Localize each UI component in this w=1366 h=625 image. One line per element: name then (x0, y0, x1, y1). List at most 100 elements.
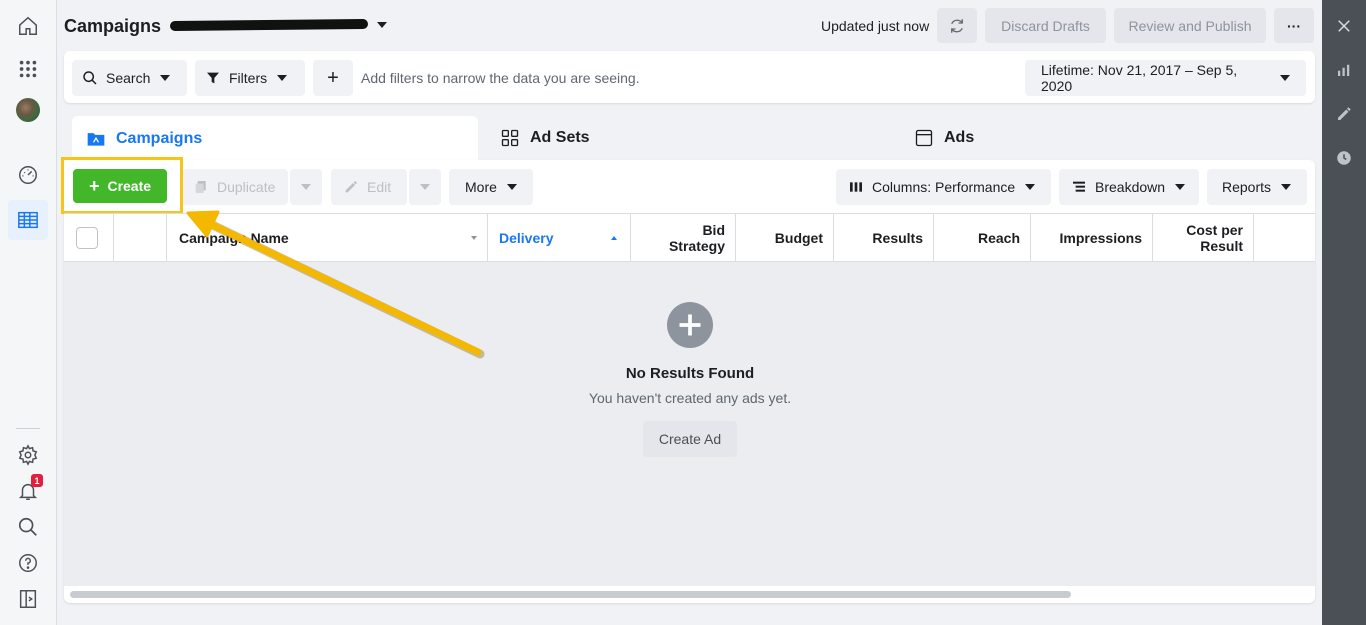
table-header: Campaign Name Delivery Bid Strategy Budg… (64, 213, 1315, 262)
tab-label: Campaigns (116, 130, 203, 147)
tab-ad-sets[interactable]: Ad Sets (486, 116, 892, 160)
updated-status: Updated just now (821, 18, 930, 34)
settings-gear-icon[interactable] (8, 435, 48, 475)
column-header-results[interactable]: Results (834, 214, 934, 261)
column-label: Delivery (499, 229, 554, 246)
column-header-impressions[interactable]: Impressions (1031, 214, 1153, 261)
column-header-budget[interactable]: Budget (736, 214, 834, 261)
chevron-down-icon (1025, 184, 1036, 190)
chevron-down-icon (277, 75, 288, 81)
edit-button[interactable]: Edit (331, 169, 407, 205)
search-label: Search (106, 70, 151, 86)
history-clock-icon[interactable] (1334, 148, 1354, 168)
ads-manager-table-icon[interactable] (8, 200, 48, 240)
review-and-publish-button[interactable]: Review and Publish (1114, 8, 1266, 43)
edit-label: Edit (367, 179, 392, 195)
discard-drafts-button[interactable]: Discard Drafts (985, 8, 1106, 43)
column-label: Impressions (1059, 229, 1142, 246)
column-header-reach[interactable]: Reach (934, 214, 1031, 261)
more-label: More (465, 179, 497, 195)
filter-hint-text: Add filters to narrow the data you are s… (361, 70, 640, 86)
search-icon (83, 71, 97, 85)
chevron-down-icon (420, 184, 430, 190)
duplicate-label: Duplicate (217, 179, 276, 195)
chevron-down-icon (1175, 184, 1186, 190)
notifications-bell-icon[interactable]: 1 (8, 471, 48, 511)
column-header-delivery[interactable]: Delivery (488, 214, 631, 261)
breakdown-label: Breakdown (1095, 179, 1166, 195)
search-dropdown-button[interactable]: Search (72, 60, 187, 96)
tab-campaigns[interactable]: Campaigns (72, 116, 478, 162)
more-actions-button[interactable]: More (449, 169, 533, 205)
column-label: Results (872, 229, 923, 246)
column-label: Strategy (668, 237, 725, 254)
nav-divider (16, 428, 40, 429)
select-all-cell (64, 214, 114, 261)
horizontal-scrollbar[interactable] (70, 591, 1071, 598)
tab-label: Ad Sets (530, 129, 590, 146)
toggle-column-header (114, 214, 167, 261)
sort-ascending-icon[interactable] (611, 236, 617, 240)
column-header-bid-strategy[interactable]: Bid Strategy (631, 214, 736, 261)
columns-dropdown-button[interactable]: Columns: Performance (836, 169, 1051, 205)
create-ad-button[interactable]: Create Ad (643, 421, 737, 457)
chevron-down-icon (160, 75, 171, 81)
refresh-icon (951, 18, 963, 33)
column-header-cost-per-result[interactable]: Cost per Result (1153, 214, 1254, 261)
chart-bars-icon[interactable] (1334, 60, 1354, 80)
add-filter-button[interactable]: + (313, 60, 353, 96)
grid-ad-sets-icon (501, 129, 519, 147)
duplicate-icon (195, 181, 206, 193)
columns-icon (850, 182, 862, 192)
column-label: Campaign Name (179, 229, 289, 246)
window-ads-icon (915, 129, 933, 147)
apps-grid-icon[interactable] (8, 49, 48, 89)
redacted-account-name (169, 18, 369, 32)
home-icon[interactable] (8, 6, 48, 46)
select-all-checkbox[interactable] (76, 226, 98, 249)
column-label: Result (1200, 237, 1243, 254)
reports-dropdown-button[interactable]: Reports (1207, 169, 1307, 205)
page-title: Campaigns (64, 16, 162, 36)
column-label: Reach (977, 229, 1020, 246)
folder-campaigns-icon (87, 133, 105, 146)
avatar (16, 98, 40, 122)
edit-pencil-icon[interactable] (1334, 104, 1354, 124)
column-header-campaign-name[interactable]: Campaign Name (167, 214, 488, 261)
date-range-label: Lifetime: Nov 21, 2017 – Sep 5, 2020 (1041, 62, 1238, 94)
tab-label: Ads (944, 129, 975, 146)
left-navigation: 1 (0, 0, 57, 625)
duplicate-options-button[interactable] (290, 169, 322, 205)
date-range-picker[interactable]: Lifetime: Nov 21, 2017 – Sep 5, 2020 (1025, 60, 1306, 96)
chevron-down-icon (1280, 75, 1290, 81)
more-options-button[interactable]: ··· (1274, 8, 1314, 43)
breakdown-dropdown-button[interactable]: Breakdown (1059, 169, 1199, 205)
filters-dropdown-button[interactable]: Filters (195, 60, 305, 96)
edit-options-button[interactable] (409, 169, 441, 205)
filter-funnel-icon (207, 72, 219, 84)
account-dropdown-caret-icon[interactable] (377, 22, 387, 28)
create-button-highlight-box (61, 157, 183, 214)
sort-caret-icon[interactable] (471, 236, 477, 240)
edit-pencil-icon (345, 181, 357, 193)
chevron-down-icon (301, 184, 311, 190)
refresh-button[interactable] (937, 8, 977, 43)
search-icon[interactable] (8, 507, 48, 547)
filter-bar: Search Filters + Add filters to narrow t… (64, 51, 1315, 103)
close-icon[interactable] (1334, 16, 1354, 36)
columns-label: Columns: Performance (872, 179, 1016, 195)
side-panel-toggle-icon[interactable] (8, 579, 48, 619)
duplicate-button[interactable]: Duplicate (181, 169, 288, 205)
column-label: Bid (702, 221, 725, 238)
filters-label: Filters (229, 70, 268, 86)
chevron-down-icon (506, 184, 517, 190)
help-icon[interactable] (8, 543, 48, 583)
right-side-rail (1322, 0, 1366, 625)
reports-label: Reports (1222, 179, 1272, 195)
tab-ads[interactable]: Ads (900, 116, 1306, 160)
column-label: Cost per (1186, 221, 1243, 238)
empty-state-title: No Results Found (625, 365, 755, 382)
dashboard-gauge-icon[interactable] (8, 155, 48, 195)
empty-state-subtitle: You haven't created any ads yet. (588, 390, 792, 406)
profile-avatar[interactable] (8, 90, 48, 130)
